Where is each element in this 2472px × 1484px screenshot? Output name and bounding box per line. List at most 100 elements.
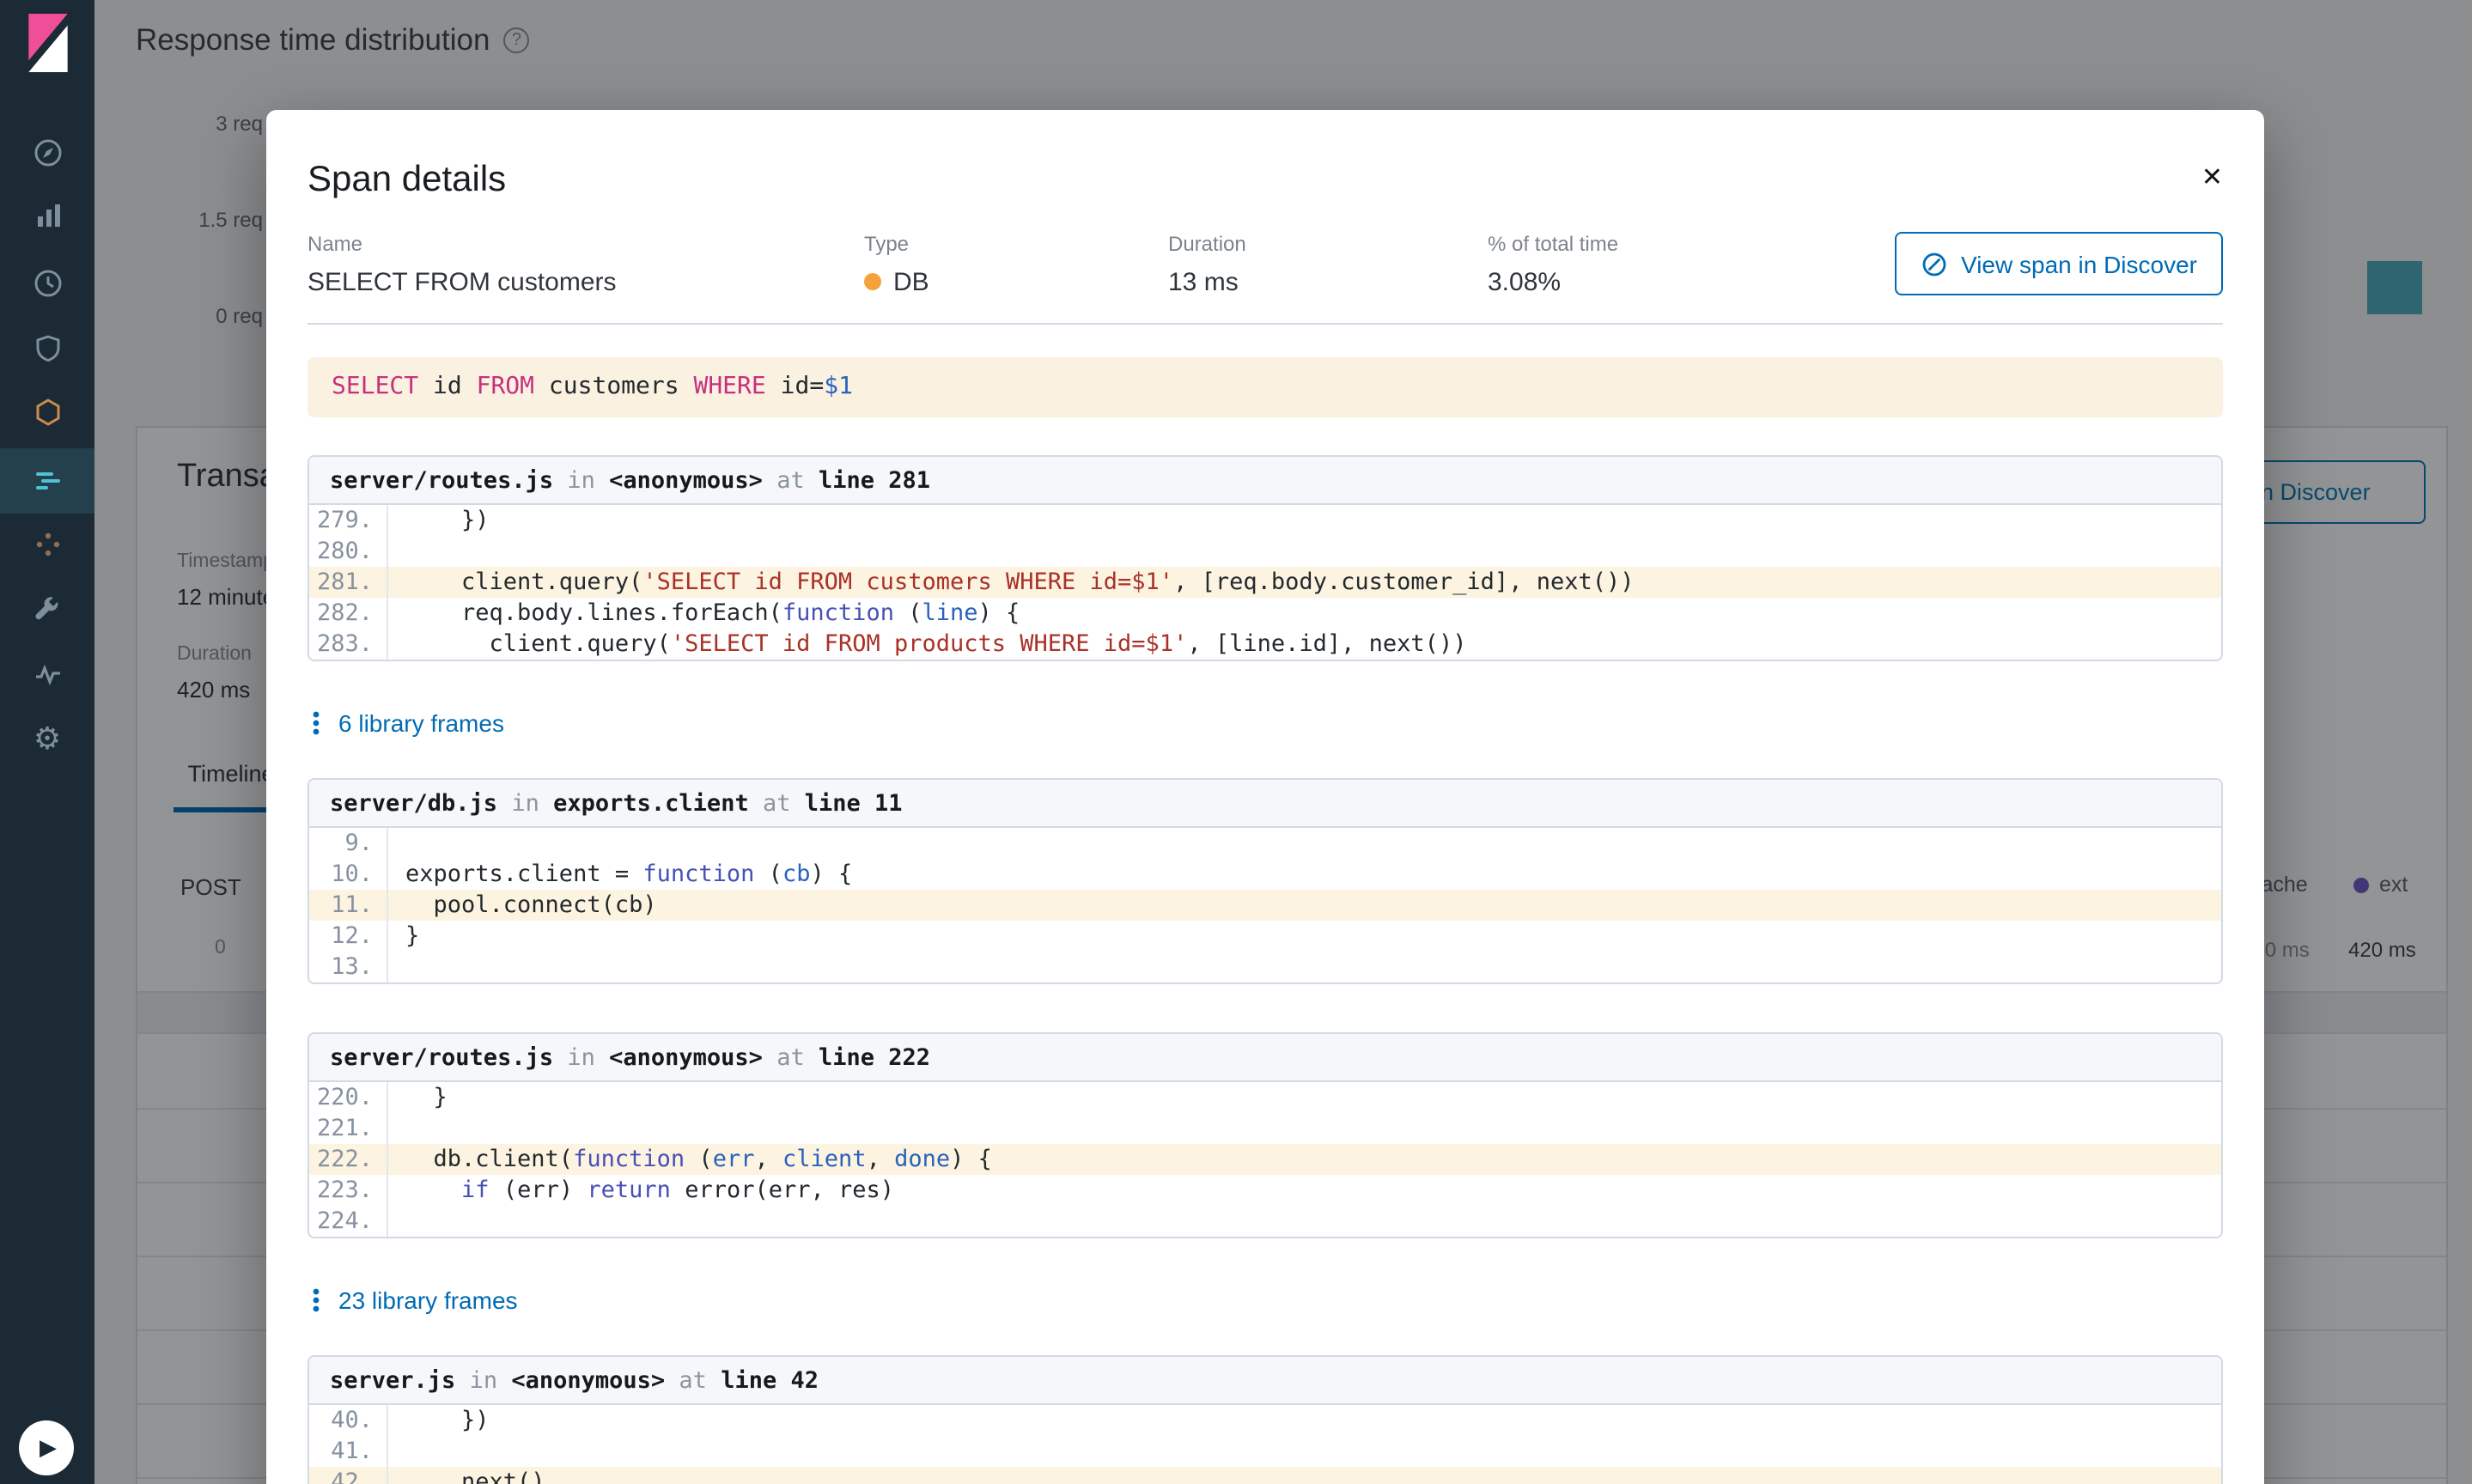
code-text: next()	[388, 1467, 545, 1484]
code-line: 41.	[309, 1436, 2221, 1467]
frame-header-term: server.js	[330, 1367, 456, 1395]
sidebar-item-security[interactable]	[0, 316, 94, 381]
code-token: , [line.id], next())	[1187, 630, 1467, 658]
code-line: 13.	[309, 952, 2221, 982]
line-number: 283.	[309, 629, 388, 660]
code-line: 9.	[309, 828, 2221, 859]
compass-icon	[33, 139, 61, 167]
code-token: client.query(	[405, 569, 643, 596]
field-duration: Duration 13 ms	[1168, 232, 1488, 297]
close-icon[interactable]: ✕	[2201, 161, 2223, 192]
stack-frame: server/routes.js in <anonymous> at line …	[307, 455, 2223, 661]
code-token: function	[573, 1146, 685, 1173]
field-label: Type	[864, 232, 910, 256]
code-token: customers	[534, 373, 694, 400]
stack-frame-header: server/routes.js in <anonymous> at line …	[309, 457, 2221, 505]
code-token: cb	[782, 861, 811, 888]
code-token: 'SELECT id FROM products WHERE id=$1'	[670, 630, 1188, 658]
sidebar-item-discover[interactable]	[0, 120, 94, 186]
field-label: Name	[307, 232, 363, 256]
code-token: }	[405, 1084, 448, 1111]
heartbeat-icon	[35, 664, 59, 686]
library-frames-label: 6 library frames	[338, 709, 504, 737]
divider	[307, 323, 2223, 325]
code-line: 10. exports.client = function (cb) {	[309, 859, 2221, 890]
code-line: 220. }	[309, 1082, 2221, 1113]
field-type: Type DB	[864, 232, 1168, 297]
line-number: 10.	[309, 859, 388, 890]
line-number: 11.	[309, 890, 388, 921]
code-token: FROM	[476, 373, 535, 400]
code-token: })	[405, 1407, 490, 1434]
sidebar-item-canvas[interactable]	[0, 380, 94, 445]
view-span-in-discover-button[interactable]: View span in Discover	[1894, 232, 2223, 295]
code-line: 40. })	[309, 1405, 2221, 1436]
stack-frame: server.js in <anonymous> at line 42 40. }…	[307, 1355, 2223, 1484]
frame-header-connector: in	[455, 1367, 512, 1395]
line-number: 13.	[309, 952, 388, 982]
span-details-modal: Span details ✕ Name SELECT FROM customer…	[266, 110, 2264, 1484]
span-name-value: SELECT FROM customers	[307, 268, 617, 297]
line-number: 221.	[309, 1113, 388, 1144]
library-frames-label: 23 library frames	[338, 1286, 518, 1314]
code-token: if	[461, 1177, 490, 1204]
code-token: return	[587, 1177, 671, 1204]
code-line: 279. })	[309, 505, 2221, 536]
line-number: 279.	[309, 505, 388, 536]
code-token: })	[405, 507, 490, 534]
code-token: id=	[765, 373, 825, 400]
field-label: Duration	[1168, 232, 1246, 256]
apm-waterfall-icon	[35, 472, 59, 490]
code-token: function	[782, 599, 894, 627]
frame-header-term: <anonymous>	[511, 1367, 666, 1395]
sidebar-collapse-button[interactable]: ▶	[19, 1420, 74, 1475]
code-token: ,	[866, 1146, 895, 1173]
stack-frame-code: 9. 10. exports.client = function (cb) {11.…	[309, 828, 2221, 982]
stack-frame-code: 40. }) 41. 42. next()	[309, 1405, 2221, 1484]
sidebar-item-apm[interactable]	[0, 448, 94, 514]
sidebar-item-management[interactable]: ⚙	[0, 706, 94, 771]
code-token: (	[754, 861, 782, 888]
library-frames-link[interactable]: 6 library frames	[311, 709, 2223, 737]
sidebar-item-dev-tools[interactable]	[0, 575, 94, 641]
sidebar: ⚙ ▶	[0, 0, 94, 1484]
code-token: pool.connect(cb)	[405, 891, 657, 919]
stack-frame-header: server/routes.js in <anonymous> at line …	[309, 1034, 2221, 1082]
sidebar-item-timelion[interactable]	[0, 251, 94, 316]
code-text: pool.connect(cb)	[388, 890, 657, 921]
sidebar-item-visualize[interactable]	[0, 184, 94, 249]
line-number: 42.	[309, 1467, 388, 1484]
db-type-dot-icon	[864, 273, 881, 290]
frame-header-term: server/routes.js	[330, 1044, 554, 1072]
code-token: id	[418, 373, 477, 400]
sidebar-item-monitoring[interactable]	[0, 642, 94, 708]
frame-header-term: server/db.js	[330, 790, 498, 818]
code-token: ) {	[977, 599, 1020, 627]
line-number: 282.	[309, 598, 388, 629]
code-text: client.query('SELECT id FROM customers W…	[388, 567, 1635, 598]
code-line: 283. client.query('SELECT id FROM produc…	[309, 629, 2221, 660]
span-percent-value: 3.08%	[1488, 268, 1562, 297]
frame-header-term: <anonymous>	[609, 467, 763, 495]
kibana-logo[interactable]	[22, 14, 74, 73]
library-frames-link[interactable]: 23 library frames	[311, 1286, 2223, 1314]
line-number: 41.	[309, 1436, 388, 1467]
dots-icon	[313, 1288, 320, 1312]
sidebar-item-machine-learning[interactable]	[0, 512, 94, 577]
stack-frame: server/routes.js in <anonymous> at line …	[307, 1032, 2223, 1238]
code-token: (	[685, 1146, 713, 1173]
code-line: 223. if (err) return error(err, res)	[309, 1175, 2221, 1206]
line-number: 280.	[309, 536, 388, 567]
gear-icon: ⚙	[33, 721, 62, 756]
button-label: View span in Discover	[1961, 250, 2197, 277]
code-token: error(err, res)	[670, 1177, 895, 1204]
code-line: 42. next()	[309, 1467, 2221, 1484]
code-line: 12.}	[309, 921, 2221, 952]
code-token: exports.client =	[405, 861, 643, 888]
frame-header-connector: in	[553, 1044, 610, 1072]
screen: Response time distribution ? 3 req 1.5 r…	[0, 0, 2472, 1484]
